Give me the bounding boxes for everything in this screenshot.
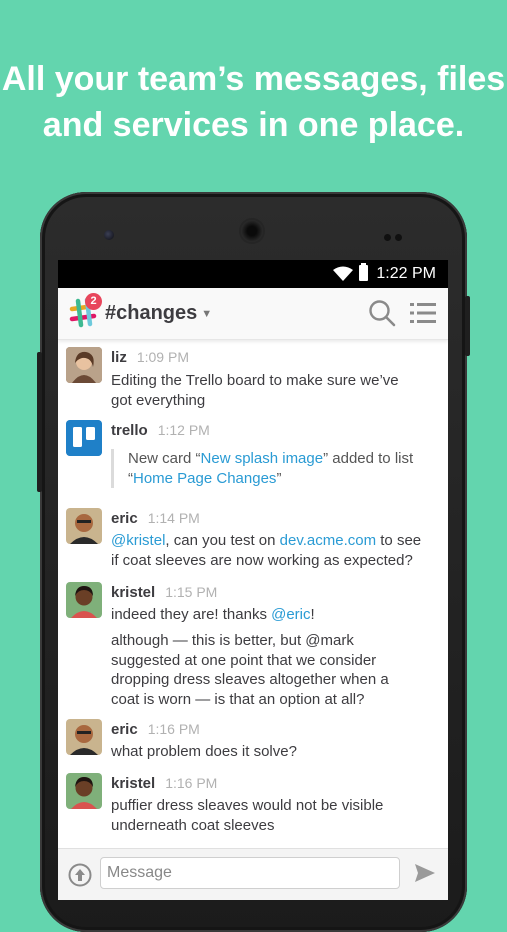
volume-button xyxy=(37,352,42,492)
headline: All your team’s messages, files and serv… xyxy=(0,56,507,148)
avatar-kristel[interactable] xyxy=(66,582,102,618)
list-link[interactable]: Home Page Changes xyxy=(133,470,276,487)
front-camera-icon xyxy=(104,230,114,240)
headline-line-2: and services in one place. xyxy=(42,106,465,144)
caret-down-icon: ▼ xyxy=(201,308,213,320)
power-button xyxy=(465,296,470,356)
message-line: underneath coat sleeves xyxy=(111,816,275,834)
status-bar: 1:22 PM xyxy=(58,260,448,288)
upload-icon[interactable] xyxy=(68,863,92,887)
timestamp: 1:16 PM xyxy=(147,721,200,737)
unread-badge: 2 xyxy=(85,293,102,310)
author-name[interactable]: eric xyxy=(111,721,138,738)
search-icon[interactable] xyxy=(368,299,396,327)
timestamp: 1:16 PM xyxy=(165,775,218,791)
message-text: indeed they are! thanks @eric! xyxy=(111,605,441,625)
mention-link[interactable]: @kristel xyxy=(111,532,165,549)
battery-icon xyxy=(359,263,368,281)
phone-screen: 1:22 PM 2 #changes ▼ liz 1:09 PM Editing… xyxy=(58,260,448,900)
message-line: although — this is better, but @mark xyxy=(111,632,354,649)
author-name[interactable]: eric xyxy=(111,510,138,527)
message-header: trello 1:12 PM xyxy=(111,420,210,441)
message-text: puffier dress sleaves would not be visib… xyxy=(111,796,441,835)
timestamp: 1:12 PM xyxy=(157,422,210,438)
message-header: eric 1:14 PM xyxy=(111,508,200,529)
card-link[interactable]: New splash image xyxy=(201,450,324,467)
message-text: what problem does it solve? xyxy=(111,742,441,762)
message-line: got everything xyxy=(111,391,206,409)
timestamp: 1:15 PM xyxy=(165,584,218,600)
message-text: @kristel, can you test on dev.acme.com t… xyxy=(111,531,441,570)
message-fragment: , can you test on xyxy=(165,532,280,549)
mention-link[interactable]: @eric xyxy=(271,606,310,623)
message-header: kristel 1:16 PM xyxy=(111,773,217,794)
message-list[interactable]: liz 1:09 PM Editing the Trello board to m… xyxy=(58,340,448,848)
author-name[interactable]: liz xyxy=(111,349,127,366)
message-line: dropping dress sleaves altogether when a xyxy=(111,671,389,688)
channel-name: #changes xyxy=(105,302,198,324)
message-line: puffier dress sleaves would not be visib… xyxy=(111,797,384,814)
author-name[interactable]: trello xyxy=(111,422,148,439)
message-fragment: to see xyxy=(376,532,422,549)
message-fragment: ! xyxy=(310,606,315,623)
headline-line-1: All your team’s messages, files xyxy=(1,60,506,98)
attachment-line-2: “Home Page Changes” xyxy=(128,469,448,489)
app-bar: 2 #changes ▼ xyxy=(58,288,448,340)
attachment-text: ” xyxy=(276,469,282,487)
wifi-icon xyxy=(333,266,353,281)
channel-title[interactable]: #changes ▼ xyxy=(105,302,212,325)
attachment-line-1: New card “New splash image” added to lis… xyxy=(128,449,448,469)
url-link[interactable]: dev.acme.com xyxy=(280,532,376,549)
message-header: liz 1:09 PM xyxy=(111,347,189,368)
message-line: if coat sleeves are now working as expec… xyxy=(111,551,413,569)
trello-attachment: New card “New splash image” added to lis… xyxy=(111,449,448,488)
message-line: indeed they are! thanks @eric! xyxy=(111,605,441,625)
proximity-sensors xyxy=(384,228,406,241)
message-header: eric 1:16 PM xyxy=(111,719,200,740)
earpiece-speaker xyxy=(241,220,263,242)
status-time: 1:22 PM xyxy=(376,265,436,282)
avatar-eric[interactable] xyxy=(66,508,102,544)
attachment-text: ” added to list xyxy=(323,450,414,467)
avatar-eric[interactable] xyxy=(66,719,102,755)
message-text: Editing the Trello board to make sure we… xyxy=(111,371,441,410)
message-line: suggested at one point that we consider xyxy=(111,651,377,669)
timestamp: 1:14 PM xyxy=(147,510,200,526)
avatar-liz[interactable] xyxy=(66,347,102,383)
attachment-text: New card “ xyxy=(128,450,201,467)
channel-menu-icon[interactable] xyxy=(410,302,436,324)
author-name[interactable]: kristel xyxy=(111,584,155,601)
message-line: coat is worn — is that an option at all? xyxy=(111,690,365,708)
message-text: although — this is better, but @mark sug… xyxy=(111,631,441,709)
send-icon[interactable] xyxy=(414,862,436,884)
message-composer xyxy=(58,848,448,900)
message-line: Editing the Trello board to make sure we… xyxy=(111,372,399,389)
author-name[interactable]: kristel xyxy=(111,775,155,792)
timestamp: 1:09 PM xyxy=(136,349,189,365)
avatar-kristel[interactable] xyxy=(66,773,102,809)
message-line: @kristel, can you test on dev.acme.com t… xyxy=(111,531,441,551)
message-header: kristel 1:15 PM xyxy=(111,582,217,603)
message-fragment: indeed they are! thanks xyxy=(111,606,272,623)
message-input[interactable] xyxy=(100,857,400,889)
avatar-trello[interactable] xyxy=(66,420,102,456)
message-line: what problem does it solve? xyxy=(111,743,297,760)
